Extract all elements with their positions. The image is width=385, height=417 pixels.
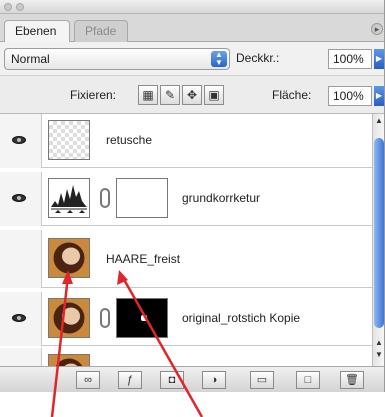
annotation-arrowhead-left [62,270,73,284]
annotation-arrows [50,270,204,417]
annotation-arrow-right [120,275,204,417]
annotation-arrow-left [50,275,70,417]
